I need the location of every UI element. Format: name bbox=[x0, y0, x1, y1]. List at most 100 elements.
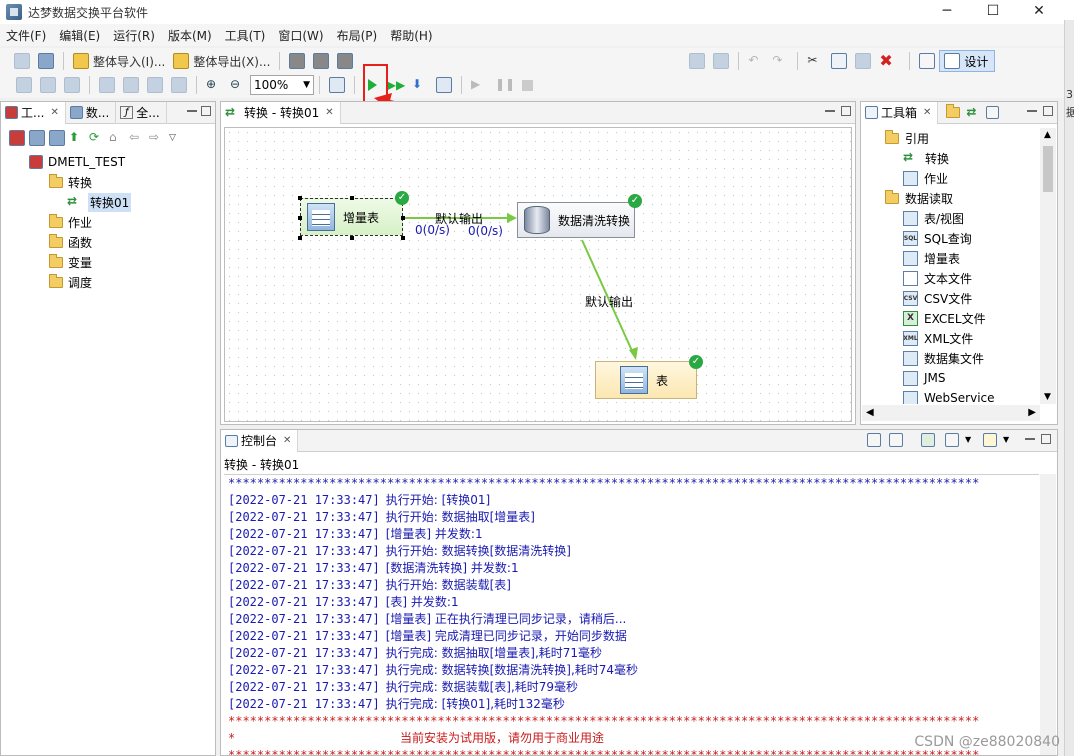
scroll-right-icon[interactable]: ▶ bbox=[1028, 407, 1036, 418]
back-icon[interactable]: ⇦ bbox=[129, 130, 145, 146]
minimize-panel-icon[interactable] bbox=[1025, 434, 1035, 440]
zoom-in-icon[interactable]: ⊕ bbox=[203, 74, 225, 96]
selection-handle[interactable] bbox=[350, 196, 354, 200]
node-data-cleaning[interactable]: 数据清洗转换 bbox=[517, 202, 635, 238]
toolbox-item-dataset-file[interactable]: 数据集文件 bbox=[861, 348, 1039, 368]
toolbox-item-job[interactable]: 作业 bbox=[861, 168, 1039, 188]
tree-item-variable[interactable]: 变量 bbox=[1, 252, 215, 272]
align-icon-3[interactable] bbox=[144, 74, 166, 96]
toolbox-item-incremental[interactable]: 增量表 bbox=[861, 248, 1039, 268]
toolbox-item-jms[interactable]: JMS bbox=[861, 368, 1039, 388]
menu-file[interactable]: 文件(F) bbox=[0, 27, 53, 44]
chevron-down-icon[interactable]: ▼ bbox=[965, 435, 971, 444]
chevron-down-icon[interactable]: ▼ bbox=[1003, 435, 1009, 444]
selection-handle[interactable] bbox=[401, 216, 405, 220]
tab-data[interactable]: 数... bbox=[66, 101, 117, 124]
selection-handle[interactable] bbox=[401, 236, 405, 240]
toolbox-item-text-file[interactable]: 文本文件 bbox=[861, 268, 1039, 288]
scroll-up-icon[interactable]: ▲ bbox=[1044, 130, 1051, 140]
pin-console-icon[interactable] bbox=[921, 433, 935, 447]
tab-toolbox[interactable]: 工具箱 ✕ bbox=[861, 101, 939, 124]
tree-item-transform[interactable]: 转换 bbox=[1, 172, 215, 192]
menu-version[interactable]: 版本(M) bbox=[162, 27, 219, 44]
view-menu-icon[interactable]: ▽ bbox=[169, 133, 176, 143]
maximize-panel-icon[interactable] bbox=[1043, 106, 1053, 116]
zoom-select[interactable]: 100% ▼ bbox=[250, 75, 314, 95]
menu-layout[interactable]: 布局(P) bbox=[331, 27, 385, 44]
maximize-panel-icon[interactable] bbox=[201, 106, 211, 116]
import-all-button[interactable]: 整体导入(I)... bbox=[70, 50, 168, 72]
minimize-panel-icon[interactable] bbox=[187, 106, 197, 112]
scroll-left-icon[interactable]: ◀ bbox=[866, 407, 874, 418]
cut-icon[interactable]: ✂ bbox=[804, 50, 826, 72]
layout-icon-2[interactable] bbox=[37, 74, 59, 96]
tab-project[interactable]: 工... ✕ bbox=[1, 101, 66, 124]
save-all-icon[interactable] bbox=[710, 50, 732, 72]
selection-handle[interactable] bbox=[298, 216, 302, 220]
minimize-panel-icon[interactable] bbox=[825, 106, 835, 112]
console-vertical-scrollbar[interactable] bbox=[1040, 474, 1056, 755]
selection-handle[interactable] bbox=[298, 236, 302, 240]
toolbox-item-sql-query[interactable]: SQL SQL查询 bbox=[861, 228, 1039, 248]
perspective-icon[interactable] bbox=[916, 50, 938, 72]
tree-item-transform01[interactable]: ⇄ 转换01 bbox=[1, 192, 215, 212]
validate-icon[interactable] bbox=[326, 74, 348, 96]
align-icon-2[interactable] bbox=[120, 74, 142, 96]
transform-icon[interactable]: ⇄ bbox=[966, 105, 982, 121]
toolbox-vertical-scrollbar[interactable]: ▲ ▼ bbox=[1040, 128, 1056, 404]
toolbox-item-webservice[interactable]: WebService bbox=[861, 388, 1039, 404]
tab-transform01[interactable]: ⇄ 转换 - 转换01 ✕ bbox=[221, 101, 341, 124]
tree-item-function[interactable]: 函数 bbox=[1, 232, 215, 252]
close-icon[interactable]: ✕ bbox=[50, 107, 58, 118]
maximize-panel-icon[interactable] bbox=[1041, 434, 1051, 444]
toolbox-item-excel[interactable]: X EXCEL文件 bbox=[861, 308, 1039, 328]
scroll-down-icon[interactable]: ▼ bbox=[1044, 392, 1051, 402]
export-project-icon[interactable] bbox=[49, 130, 65, 146]
refresh-icon[interactable]: ⟳ bbox=[89, 130, 105, 146]
home-icon[interactable]: ⌂ bbox=[109, 130, 125, 146]
node-table[interactable]: 表 bbox=[595, 361, 697, 399]
close-button[interactable]: ✕ bbox=[1016, 0, 1062, 22]
close-icon[interactable]: ✕ bbox=[325, 107, 333, 118]
layout-icon-1[interactable] bbox=[13, 74, 35, 96]
new-project-icon[interactable] bbox=[9, 130, 25, 146]
maximize-panel-icon[interactable] bbox=[841, 106, 851, 116]
tab-console[interactable]: 控制台 ✕ bbox=[221, 429, 299, 452]
close-icon[interactable]: ✕ bbox=[283, 435, 291, 446]
menu-edit[interactable]: 编辑(E) bbox=[53, 27, 107, 44]
node-incremental-table[interactable]: 增量表 bbox=[300, 198, 403, 236]
db-icon-3[interactable] bbox=[334, 50, 356, 72]
toolbox-item-csv[interactable]: CSV CSV文件 bbox=[861, 288, 1039, 308]
open-console-icon[interactable] bbox=[983, 433, 997, 447]
tab-global[interactable]: ƒ 全... bbox=[116, 101, 167, 124]
scroll-thumb[interactable] bbox=[1043, 146, 1053, 192]
display-console-icon[interactable] bbox=[945, 433, 959, 447]
disconnect-icon[interactable] bbox=[35, 50, 57, 72]
menu-run[interactable]: 运行(R) bbox=[107, 27, 162, 44]
import-project-icon[interactable] bbox=[29, 130, 45, 146]
scroll-lock-icon[interactable] bbox=[889, 433, 903, 447]
toolbox-item-transform[interactable]: ⇄ 转换 bbox=[861, 148, 1039, 168]
maximize-button[interactable]: ☐ bbox=[970, 0, 1016, 22]
export-all-button[interactable]: 整体导出(X)... bbox=[170, 50, 273, 72]
toolbox-folder-reference[interactable]: 引用 bbox=[861, 128, 1039, 148]
folder-icon[interactable] bbox=[946, 104, 961, 118]
job-icon[interactable] bbox=[986, 106, 1000, 119]
clear-console-icon[interactable] bbox=[867, 433, 881, 447]
toolbox-item-table-view[interactable]: 表/视图 bbox=[861, 208, 1039, 228]
undo-icon[interactable]: ↶ bbox=[745, 50, 767, 72]
menu-help[interactable]: 帮助(H) bbox=[384, 27, 439, 44]
layout-icon-3[interactable] bbox=[61, 74, 83, 96]
tree-item-schedule[interactable]: 调度 bbox=[1, 272, 215, 292]
toolbox-folder-data-read[interactable]: 数据读取 bbox=[861, 188, 1039, 208]
menu-window[interactable]: 窗口(W) bbox=[272, 27, 330, 44]
close-icon[interactable]: ✕ bbox=[923, 107, 931, 118]
align-icon-1[interactable] bbox=[96, 74, 118, 96]
zoom-out-icon[interactable]: ⊖ bbox=[227, 74, 249, 96]
tree-item-job[interactable]: 作业 bbox=[1, 212, 215, 232]
redo-icon[interactable]: ↷ bbox=[769, 50, 791, 72]
up-arrow-icon[interactable]: ⬆ bbox=[69, 130, 85, 146]
selection-handle[interactable] bbox=[350, 236, 354, 240]
minimize-panel-icon[interactable] bbox=[1027, 106, 1037, 112]
save-icon[interactable] bbox=[686, 50, 708, 72]
